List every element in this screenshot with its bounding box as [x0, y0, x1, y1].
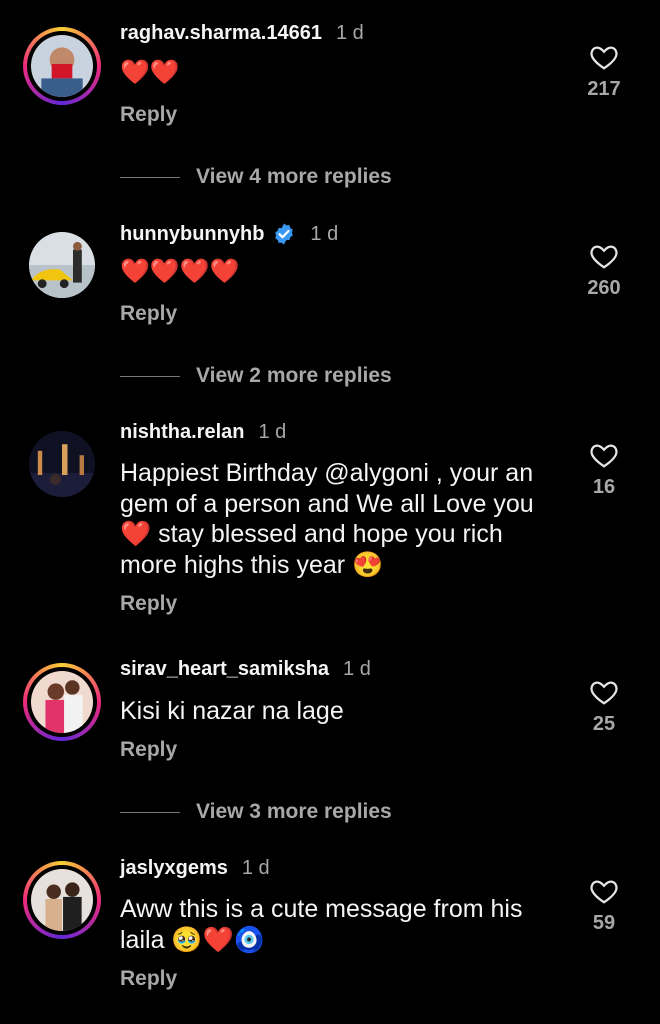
like-group: 260 — [584, 241, 624, 300]
verified-badge-icon — [275, 223, 294, 245]
divider-line — [120, 811, 180, 813]
view-more-replies[interactable]: View 3 more replies — [120, 800, 392, 824]
like-count: 217 — [587, 78, 621, 100]
username[interactable]: hunnybunnyhb — [120, 223, 264, 246]
avatar[interactable] — [23, 27, 101, 105]
comment-line: Aww this is a cute message from his — [120, 895, 523, 923]
reply-button[interactable]: Reply — [120, 302, 177, 326]
view-more-replies[interactable]: View 4 more replies — [120, 165, 392, 189]
heart-outline-icon[interactable] — [588, 42, 620, 72]
comment-text: Aww this is a cute message from his lail… — [120, 894, 560, 955]
avatar[interactable] — [23, 226, 101, 304]
heart-outline-icon[interactable] — [588, 440, 620, 470]
reply-button[interactable]: Reply — [120, 103, 177, 127]
username[interactable]: raghav.sharma.14661 — [120, 22, 322, 45]
username[interactable]: nishtha.relan — [120, 421, 244, 444]
divider-line — [120, 375, 180, 377]
like-group: 217 — [584, 42, 624, 101]
view-more-replies[interactable]: View 2 more replies — [120, 364, 392, 388]
reply-button[interactable]: Reply — [120, 967, 177, 991]
reply-button[interactable]: Reply — [120, 592, 177, 616]
like-count: 25 — [592, 713, 616, 735]
like-count: 16 — [592, 476, 616, 498]
timestamp: 1 d — [258, 421, 287, 443]
like-count: 59 — [592, 912, 616, 934]
username[interactable]: sirav_heart_samiksha — [120, 658, 329, 681]
timestamp: 1 d — [343, 658, 371, 680]
comment-line: ❤️ stay blessed and hope you rich — [120, 520, 503, 548]
like-group: 16 — [584, 440, 624, 499]
timestamp: 1 d — [310, 222, 339, 245]
like-count: 260 — [587, 277, 621, 299]
comment-line: laila 🥹❤️🧿 — [120, 925, 265, 954]
heart-outline-icon[interactable] — [588, 677, 620, 707]
avatar[interactable] — [23, 861, 101, 939]
like-group: 25 — [584, 677, 624, 736]
comment-line: Happiest Birthday @alygoni , your an — [120, 459, 534, 487]
view-more-label[interactable]: View 3 more replies — [196, 800, 392, 824]
comment-text: ❤️❤️ — [120, 59, 180, 86]
timestamp: 1 d — [241, 857, 270, 879]
divider-line — [120, 176, 180, 178]
view-more-label[interactable]: View 2 more replies — [196, 364, 392, 388]
comment-text: Happiest Birthday @alygoni , your an gem… — [120, 458, 560, 580]
comment-text: Kisi ki nazar na lage — [120, 697, 344, 725]
like-group: 59 — [584, 876, 624, 935]
comment-line: gem of a person and We all Love you — [120, 489, 534, 518]
comment-text: ❤️❤️❤️❤️ — [120, 258, 240, 285]
comment-line: more highs this year 😍 — [120, 550, 384, 579]
view-more-label[interactable]: View 4 more replies — [196, 165, 392, 189]
username[interactable]: jaslyxgems — [120, 857, 228, 880]
heart-outline-icon[interactable] — [588, 241, 620, 271]
timestamp: 1 d — [335, 22, 364, 44]
avatar[interactable] — [23, 663, 101, 741]
heart-outline-icon[interactable] — [588, 876, 620, 906]
reply-button[interactable]: Reply — [120, 738, 177, 762]
avatar[interactable] — [23, 425, 101, 503]
